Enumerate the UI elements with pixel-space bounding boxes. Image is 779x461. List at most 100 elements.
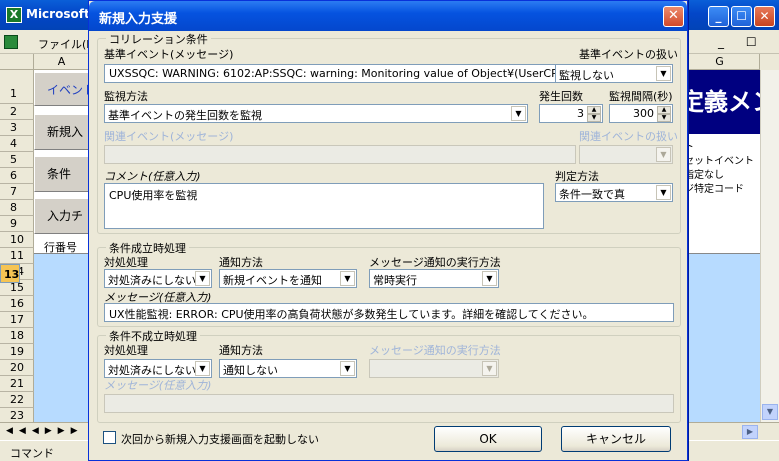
sheet-button-input-check[interactable]: 入力チ — [34, 198, 90, 234]
spin-up-icon[interactable]: ▲ — [657, 106, 671, 114]
scroll-down-icon[interactable]: ▼ — [762, 404, 778, 420]
count-stepper[interactable]: 3 ▲ ▼ — [539, 104, 603, 123]
excel-title-text: Microsoft — [26, 7, 90, 21]
spin-down-icon[interactable]: ▼ — [657, 114, 671, 122]
on-false-message-label: メッセージ(任意入力) — [104, 379, 212, 392]
scroll-right-icon[interactable]: ▶ — [742, 425, 758, 439]
on-true-action-label: 対処処理 — [104, 256, 148, 269]
related-handling-select: ▼ — [579, 145, 673, 164]
maximize-icon[interactable]: ☐ — [731, 6, 752, 27]
correlation-group-title: コリレーション条件 — [106, 31, 211, 47]
chevron-down-icon[interactable]: ▼ — [195, 361, 210, 376]
excel-close-icon[interactable]: ✕ — [754, 6, 775, 27]
row-header[interactable]: 5 — [0, 152, 34, 168]
chevron-down-icon: ▼ — [656, 147, 671, 162]
row-header[interactable]: 17 — [0, 312, 34, 328]
interval-value: 300 — [633, 107, 654, 120]
chevron-down-icon[interactable]: ▼ — [511, 106, 526, 121]
minimize-icon[interactable]: _ — [708, 6, 729, 27]
chevron-down-icon: ▼ — [482, 361, 497, 376]
row-number-header: 行番号 — [44, 241, 77, 254]
chevron-down-icon[interactable]: ▼ — [195, 271, 210, 286]
base-event-label: 基準イベント(メッセージ) — [104, 48, 234, 61]
count-value: 3 — [577, 107, 584, 120]
select-all-corner[interactable] — [0, 54, 34, 70]
excel-app-icon: X — [6, 7, 22, 23]
chevron-down-icon[interactable]: ▼ — [656, 185, 671, 200]
sheet-button-event[interactable]: イベント — [34, 72, 90, 106]
right-cell-3: 指定なし — [684, 170, 724, 181]
related-handling-label: 関連イベントの扱い — [579, 130, 678, 143]
base-handling-value: 監視しない — [559, 69, 614, 82]
startup-checkbox[interactable] — [103, 431, 116, 444]
on-false-notify-label: 通知方法 — [219, 344, 263, 357]
chevron-down-icon[interactable]: ▼ — [482, 271, 497, 286]
comment-label: コメント(任意入力) — [104, 170, 201, 183]
on-false-action-select[interactable]: 対処済みにしない ▼ — [104, 359, 212, 378]
spin-down-icon[interactable]: ▼ — [587, 114, 601, 122]
on-true-action-select[interactable]: 対処済みにしない ▼ — [104, 269, 212, 288]
row-header[interactable]: 11 — [0, 248, 34, 264]
sheet-button-new[interactable]: 新規入 — [34, 114, 90, 150]
chevron-down-icon[interactable]: ▼ — [656, 66, 671, 81]
workbook-window-controls[interactable]: _ ☐ ✕ — [718, 35, 779, 49]
row-header[interactable]: 9 — [0, 216, 34, 232]
row-header[interactable]: 16 — [0, 296, 34, 312]
dialog-close-icon[interactable]: ✕ — [663, 6, 684, 27]
ok-button[interactable]: OK — [434, 426, 542, 452]
monitor-method-label: 監視方法 — [104, 90, 148, 103]
monitor-method-select[interactable]: 基準イベントの発生回数を監視 ▼ — [104, 104, 528, 123]
on-false-notify-select[interactable]: 通知しない ▼ — [219, 359, 357, 378]
on-true-exec-select[interactable]: 常時実行 ▼ — [369, 269, 499, 288]
vertical-scrollbar[interactable]: ▼ — [760, 70, 779, 426]
chevron-down-icon[interactable]: ▼ — [340, 271, 355, 286]
base-handling-select[interactable]: 監視しない ▼ — [555, 64, 673, 83]
on-false-message-field — [104, 394, 674, 413]
row-header[interactable]: 8 — [0, 200, 34, 216]
dialog-title-bar[interactable]: 新規入力支援 ✕ — [89, 1, 687, 31]
base-handling-label: 基準イベントの扱い — [579, 48, 678, 61]
status-text: コマンド — [10, 447, 54, 460]
count-label: 発生回数 — [539, 90, 583, 103]
spin-up-icon[interactable]: ▲ — [587, 106, 601, 114]
on-false-exec-select: ▼ — [369, 359, 499, 378]
row-headers: 12345678910111314151617181920212223 — [0, 70, 34, 424]
column-header-a[interactable]: A — [34, 54, 90, 70]
monitor-method-value: 基準イベントの発生回数を監視 — [108, 109, 262, 122]
row-header[interactable]: 7 — [0, 184, 34, 200]
row-header[interactable]: 18 — [0, 328, 34, 344]
dialog-title: 新規入力支援 — [99, 12, 178, 27]
column-header-g[interactable]: G — [680, 54, 760, 70]
on-true-notify-label: 通知方法 — [219, 256, 263, 269]
sheet-button-condition[interactable]: 条件 — [34, 156, 90, 192]
on-true-message-field[interactable]: UX性能監視: ERROR: CPU使用率の高負荷状態が多数発生しています。詳細… — [104, 303, 674, 322]
cancel-button[interactable]: キャンセル — [561, 426, 671, 452]
row-header[interactable]: 20 — [0, 360, 34, 376]
on-false-action-value: 対処済みにしない — [108, 364, 196, 377]
row-header[interactable]: 10 — [0, 232, 34, 248]
base-event-field[interactable]: UXSSQC: WARNING: 6102:AP:SSQC: warning: … — [104, 64, 570, 83]
judge-value: 条件一致で真 — [559, 188, 625, 201]
interval-stepper[interactable]: 300 ▲ ▼ — [609, 104, 673, 123]
comment-field[interactable]: CPU使用率を監視 — [104, 183, 544, 229]
on-true-notify-select[interactable]: 新規イベントを通知 ▼ — [219, 269, 357, 288]
chevron-down-icon[interactable]: ▼ — [340, 361, 355, 376]
row-header[interactable]: 6 — [0, 168, 34, 184]
sheet-nav-icons[interactable]: ◀◀◀▶▶▶ — [6, 426, 84, 436]
row-header[interactable]: 13 — [0, 264, 21, 283]
judge-select[interactable]: 条件一致で真 ▼ — [555, 183, 673, 202]
interval-label: 監視間隔(秒) — [609, 90, 673, 103]
row-header[interactable]: 19 — [0, 344, 34, 360]
right-cell-4: ジ特定コード — [684, 184, 744, 195]
on-true-exec-label: メッセージ通知の実行方法 — [369, 256, 501, 269]
on-true-action-value: 対処済みにしない — [108, 274, 196, 287]
row-header[interactable]: 3 — [0, 120, 34, 136]
row-header[interactable]: 1 — [0, 70, 34, 104]
row-header[interactable]: 22 — [0, 392, 34, 408]
row-header[interactable]: 21 — [0, 376, 34, 392]
startup-checkbox-label[interactable]: 次回から新規入力支援画面を起動しない — [121, 431, 319, 447]
judge-label: 判定方法 — [555, 170, 599, 183]
new-input-support-dialog: 新規入力支援 ✕ コリレーション条件 基準イベント(メッセージ) UXSSQC:… — [88, 0, 688, 461]
row-header[interactable]: 4 — [0, 136, 34, 152]
row-header[interactable]: 2 — [0, 104, 34, 120]
